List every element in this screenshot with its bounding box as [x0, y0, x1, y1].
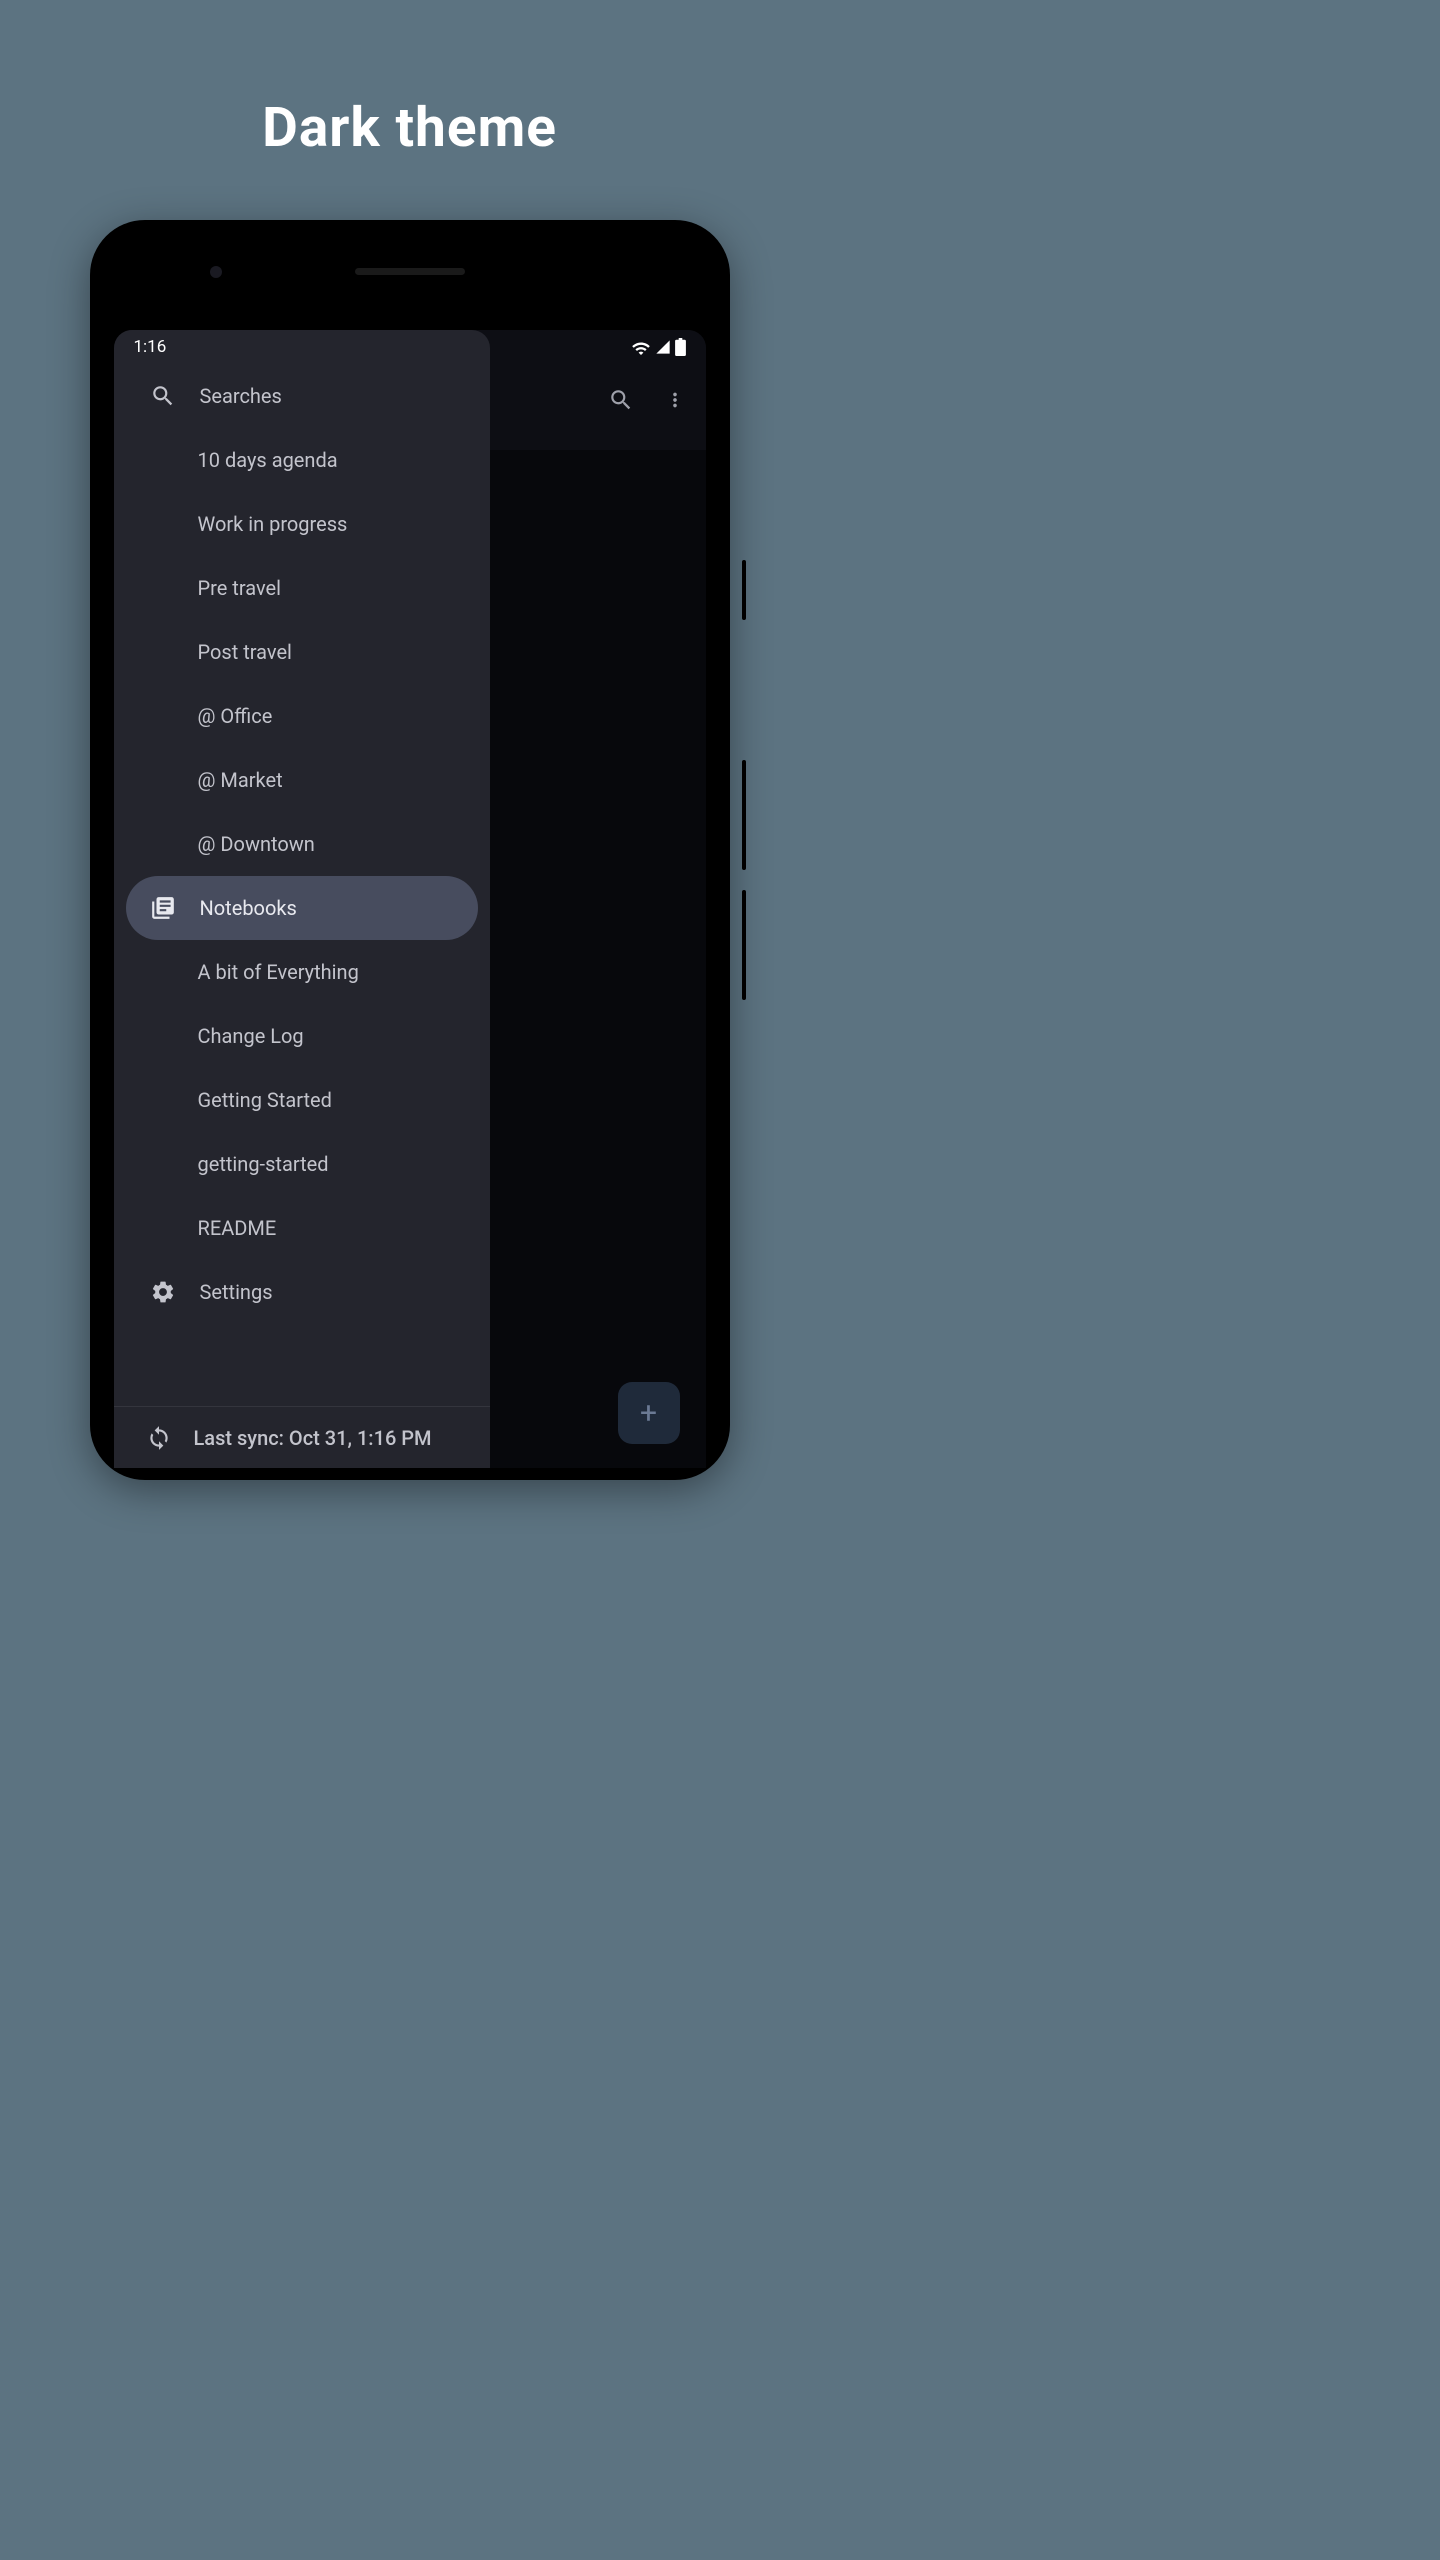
signal-icon — [654, 339, 672, 355]
more-menu-button[interactable] — [664, 389, 686, 415]
navigation-drawer: Searches 10 days agenda Work in progress… — [114, 330, 490, 1468]
nav-item-label: getting-started — [198, 1152, 329, 1176]
nav-item-label: README — [198, 1216, 277, 1240]
notebook-icon — [150, 895, 176, 921]
nav-item-label: @ Downtown — [198, 832, 315, 856]
nav-item-label: Change Log — [198, 1024, 304, 1048]
nav-item-label: @ Office — [198, 704, 273, 728]
nav-notebook-item[interactable]: README — [114, 1196, 490, 1260]
page-title: Dark theme — [262, 96, 557, 160]
sync-icon — [146, 1425, 172, 1451]
sync-button[interactable]: Last sync: Oct 31, 1:16 PM — [114, 1406, 490, 1468]
power-button — [742, 560, 746, 620]
nav-search-item[interactable]: @ Downtown — [114, 812, 490, 876]
search-icon — [608, 387, 634, 417]
volume-up-button — [742, 760, 746, 870]
more-vert-icon — [664, 389, 686, 415]
front-camera — [210, 266, 222, 278]
nav-settings[interactable]: Settings — [114, 1260, 490, 1324]
battery-icon — [675, 338, 686, 356]
nav-section-searches[interactable]: Searches — [114, 364, 490, 428]
nav-item-label: A bit of Everything — [198, 960, 359, 984]
search-icon — [150, 383, 176, 409]
device-frame: + Searches 10 days agenda Work in progre… — [90, 220, 730, 1480]
nav-search-item[interactable]: @ Market — [114, 748, 490, 812]
nav-search-item[interactable]: @ Office — [114, 684, 490, 748]
gear-icon — [150, 1279, 176, 1305]
nav-search-item[interactable]: Work in progress — [114, 492, 490, 556]
nav-notebook-item[interactable]: A bit of Everything — [114, 940, 490, 1004]
nav-item-label: @ Market — [198, 768, 283, 792]
fab-add-button[interactable]: + — [618, 1382, 680, 1444]
nav-item-label: Getting Started — [198, 1088, 332, 1112]
nav-notebook-item[interactable]: Getting Started — [114, 1068, 490, 1132]
status-bar: 1:16 — [114, 330, 706, 364]
sync-status-text: Last sync: Oct 31, 1:16 PM — [194, 1426, 432, 1450]
nav-section-label: Notebooks — [200, 896, 297, 920]
nav-search-item[interactable]: 10 days agenda — [114, 428, 490, 492]
screen: + Searches 10 days agenda Work in progre… — [114, 330, 706, 1468]
nav-item-label: 10 days agenda — [198, 448, 338, 472]
nav-notebook-item[interactable]: Change Log — [114, 1004, 490, 1068]
nav-search-item[interactable]: Post travel — [114, 620, 490, 684]
nav-search-item[interactable]: Pre travel — [114, 556, 490, 620]
nav-item-label: Pre travel — [198, 576, 281, 600]
search-button[interactable] — [608, 387, 634, 417]
nav-section-label: Searches — [200, 384, 282, 408]
nav-notebook-item[interactable]: getting-started — [114, 1132, 490, 1196]
speaker-grille — [355, 268, 465, 275]
volume-down-button — [742, 890, 746, 1000]
nav-item-label: Post travel — [198, 640, 292, 664]
plus-icon: + — [640, 1396, 657, 1431]
nav-section-notebooks[interactable]: Notebooks — [126, 876, 478, 940]
wifi-icon — [631, 339, 651, 355]
nav-item-label: Work in progress — [198, 512, 348, 536]
status-clock: 1:16 — [134, 337, 167, 357]
nav-item-label: Settings — [200, 1280, 273, 1304]
